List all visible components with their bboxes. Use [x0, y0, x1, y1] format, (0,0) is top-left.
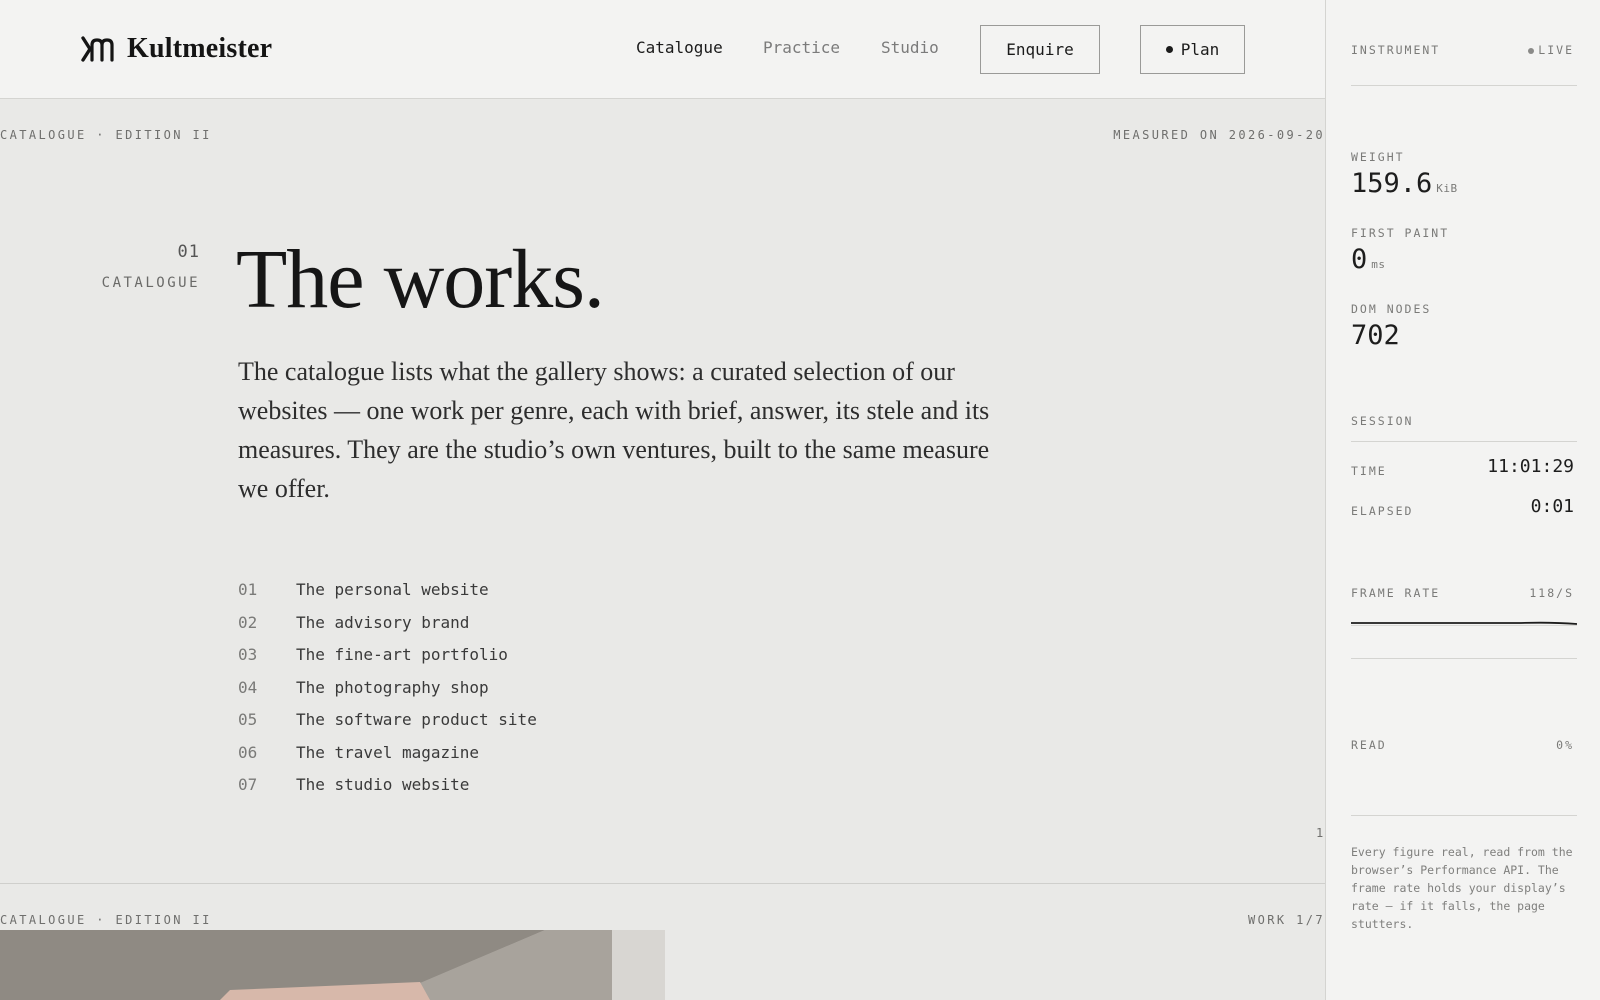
- section-number: 01: [177, 242, 200, 262]
- work-item[interactable]: 04 The photography shop: [238, 678, 537, 711]
- first-paint-label: FIRST PAINT: [1351, 226, 1450, 240]
- work-item[interactable]: 02 The advisory brand: [238, 613, 537, 646]
- edition-kicker: CATALOGUE · EDITION II: [0, 128, 212, 142]
- measured-date: MEASURED ON 2026-09-20: [1113, 128, 1325, 142]
- first-paint-number: 0: [1351, 244, 1368, 275]
- read-label: READ: [1351, 738, 1387, 752]
- brand-name: Kultmeister: [127, 33, 273, 64]
- nav-practice[interactable]: Practice: [763, 38, 840, 57]
- panel-divider: [1351, 85, 1577, 86]
- work-item[interactable]: 07 The studio website: [238, 775, 537, 808]
- work-number: 03: [238, 645, 258, 664]
- works-list: 01 The personal website 02 The advisory br…: [238, 580, 537, 808]
- work-title: The studio website: [296, 775, 470, 794]
- page-number: 1: [1316, 826, 1324, 840]
- brand-mark-icon: [81, 36, 114, 62]
- time-value: 11:01:29: [1487, 456, 1574, 477]
- section-divider: [0, 883, 1325, 884]
- work-title: The photography shop: [296, 677, 489, 697]
- live-dot-icon: [1528, 47, 1535, 54]
- panel-note: Every figure real, read from the browser…: [1351, 845, 1573, 931]
- weight-label: WEIGHT: [1351, 150, 1405, 164]
- plan-button[interactable]: Plan: [1140, 25, 1245, 74]
- frame-rate-label: FRAME RATE: [1351, 586, 1441, 600]
- work-number: 06: [238, 742, 258, 762]
- frame-rate-sparkline: [1351, 621, 1577, 626]
- time-label: TIME: [1351, 464, 1387, 478]
- work-title: The software product site: [296, 710, 537, 729]
- work-title: The fine-art portfolio: [296, 645, 508, 664]
- first-paint-value: 0 ms: [1351, 244, 1386, 275]
- read-value: 0%: [1556, 738, 1574, 752]
- panel-title: INSTRUMENT: [1351, 43, 1441, 57]
- section-label: CATALOGUE: [101, 275, 200, 291]
- work-number: 01: [238, 580, 258, 599]
- weight-value: 159.6 KiB: [1351, 168, 1458, 199]
- work-item[interactable]: 01 The personal website: [238, 580, 537, 613]
- brand-logo[interactable]: Kultmeister: [81, 33, 272, 65]
- nav-catalogue[interactable]: Catalogue: [636, 38, 723, 57]
- live-status-label: LIVE: [1538, 43, 1574, 57]
- work-title: The advisory brand: [296, 612, 470, 632]
- panel-divider: [1351, 815, 1577, 816]
- work-number: 07: [238, 775, 258, 794]
- live-status: LIVE: [1528, 43, 1574, 57]
- work-title: The personal website: [296, 580, 489, 599]
- elapsed-label: ELAPSED: [1351, 504, 1414, 518]
- work-number: 05: [238, 710, 258, 729]
- page-title: The works.: [236, 233, 605, 326]
- intro-paragraph: The catalogue lists what the gallery sho…: [238, 357, 990, 503]
- enquire-button[interactable]: Enquire: [980, 25, 1100, 74]
- frame-rate-value: 118/S: [1529, 586, 1574, 600]
- session-label: SESSION: [1351, 414, 1414, 428]
- dom-nodes-label: DOM NODES: [1351, 302, 1432, 316]
- work-item[interactable]: 03 The fine-art portfolio: [238, 645, 537, 678]
- work-item[interactable]: 06 The travel magazine: [238, 743, 537, 776]
- dom-nodes-value: 702: [1351, 320, 1400, 351]
- weight-number: 159.6: [1351, 168, 1433, 199]
- instrument-panel: INSTRUMENT LIVE WEIGHT 159.6 KiB FIRST PA…: [1325, 0, 1600, 1000]
- work-number: 04: [238, 677, 258, 697]
- site-header: Kultmeister Catalogue Practice Studio En…: [0, 0, 1325, 99]
- work-item[interactable]: 05 The software product site: [238, 710, 537, 743]
- first-paint-unit: ms: [1371, 258, 1386, 271]
- photo-shapes: [0, 930, 665, 1000]
- next-edition-kicker: CATALOGUE · EDITION II: [0, 913, 212, 927]
- enquire-button-label: Enquire: [1006, 40, 1074, 59]
- elapsed-value: 0:01: [1530, 496, 1574, 517]
- work-preview-image[interactable]: [0, 930, 665, 1000]
- work-title: The travel magazine: [296, 742, 480, 762]
- plan-button-label: Plan: [1180, 40, 1220, 59]
- work-number: 02: [238, 612, 258, 632]
- plan-dot-icon: [1165, 46, 1173, 53]
- nav-studio[interactable]: Studio: [881, 38, 939, 57]
- weight-unit: KiB: [1436, 182, 1458, 195]
- work-counter: WORK 1/7: [1248, 913, 1325, 927]
- panel-divider: [1351, 658, 1577, 659]
- panel-divider: [1351, 441, 1577, 442]
